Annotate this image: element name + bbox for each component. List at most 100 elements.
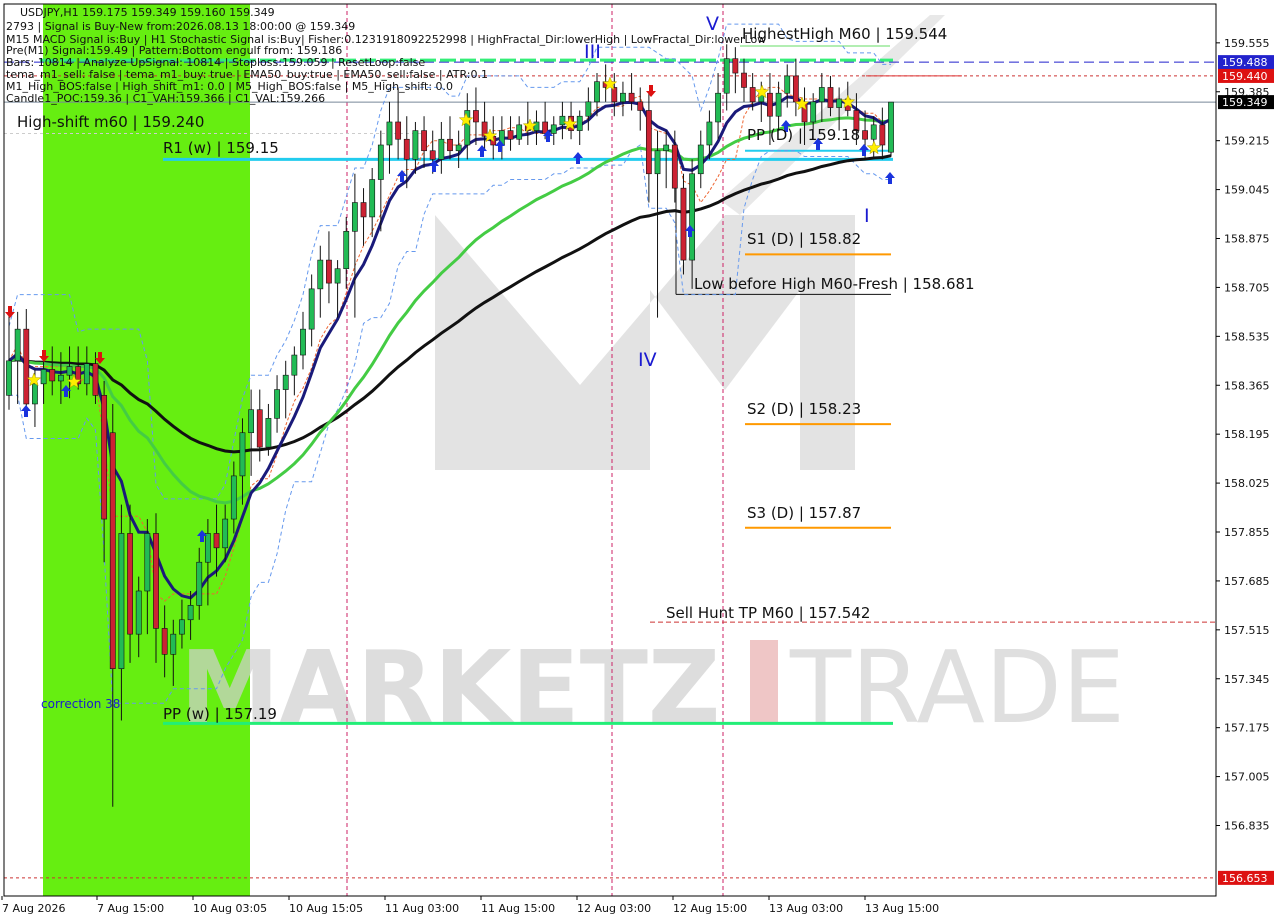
- candle-body: [559, 115, 566, 126]
- x-axis: 7 Aug 2026 7 Aug 15:00 10 Aug 03:05 10 Aug …: [1, 896, 939, 915]
- candle-body: [308, 288, 315, 330]
- x-tick-label: 10 Aug 15:05: [289, 902, 363, 915]
- candle-body: [6, 360, 12, 396]
- candle-body: [810, 101, 817, 123]
- x-tick-label: 12 Aug 03:00: [577, 902, 651, 915]
- wave-label: III: [584, 41, 601, 63]
- candle-body: [118, 533, 125, 669]
- candle-body: [767, 92, 773, 117]
- candle-body: [256, 409, 263, 448]
- x-tick-label: 10 Aug 03:05: [193, 902, 267, 915]
- price-tag-label: 159.440: [1222, 70, 1268, 83]
- svg-text:MARKETZ: MARKETZ: [180, 629, 720, 746]
- candle-body: [101, 395, 108, 520]
- candle-body: [507, 130, 514, 140]
- y-tick-label: 157.685: [1224, 575, 1270, 588]
- candle-body: [879, 124, 886, 146]
- candle-body: [689, 173, 696, 261]
- y-tick-label: 156.835: [1224, 820, 1270, 833]
- candle-body: [749, 87, 756, 103]
- candle-body: [455, 144, 462, 152]
- candle-body: [23, 328, 30, 405]
- candle-body: [775, 92, 782, 117]
- candle-body: [741, 72, 747, 88]
- candle-body: [239, 432, 246, 477]
- candle-body: [620, 92, 626, 103]
- x-tick-label: 12 Aug 15:00: [673, 902, 747, 915]
- level-label: Low before High M60-Fresh | 158.681: [694, 275, 975, 293]
- candle-body: [179, 619, 185, 635]
- candle-body: [792, 75, 799, 103]
- level-label: R1 (w) | 159.15: [163, 139, 279, 157]
- y-tick-label: 158.365: [1224, 379, 1270, 392]
- level-label: S3 (D) | 157.87: [747, 504, 861, 522]
- correction-annotation: correction 38: [41, 697, 120, 711]
- candle-body: [291, 354, 298, 376]
- candle-body: [438, 138, 445, 160]
- info-line: 2793 | Signal is Buy-New from:2026.08.13…: [6, 20, 355, 33]
- candle-body: [395, 121, 402, 140]
- x-tick-label: 11 Aug 03:00: [385, 902, 459, 915]
- candle-body: [594, 81, 600, 103]
- x-tick-label: 7 Aug 15:00: [97, 902, 164, 915]
- candle-body: [412, 130, 419, 160]
- buy-arrow-icon: [477, 145, 487, 157]
- candle-body: [697, 144, 704, 175]
- y-tick-label: 157.005: [1224, 771, 1270, 784]
- level-label: PP (w) | 157.19: [163, 705, 277, 723]
- wave-label: V: [706, 13, 719, 35]
- y-tick-label: 158.875: [1224, 233, 1270, 246]
- candle-body: [40, 369, 47, 385]
- candle-body: [369, 179, 376, 218]
- candle-body: [204, 533, 211, 563]
- candle-body: [533, 121, 540, 131]
- candle-body: [66, 366, 73, 376]
- candle-body: [628, 92, 635, 103]
- candle-body: [706, 121, 713, 146]
- candle-body: [300, 328, 306, 356]
- wave-label: I: [864, 205, 870, 227]
- candle-body: [109, 432, 116, 669]
- candle-body: [784, 75, 791, 94]
- candle-body: [222, 518, 229, 549]
- y-tick-label: 157.515: [1224, 624, 1270, 637]
- candle-body: [715, 92, 721, 123]
- candle-body: [92, 363, 99, 396]
- x-tick-label: 11 Aug 15:00: [481, 902, 555, 915]
- candle-body: [83, 363, 90, 385]
- y-tick-label: 159.555: [1224, 37, 1270, 50]
- candle-body: [870, 124, 877, 140]
- candle-body: [265, 418, 272, 448]
- candle-body: [645, 110, 652, 175]
- candle-body: [57, 374, 64, 382]
- candle-body: [386, 121, 393, 146]
- candle-body: [429, 150, 436, 160]
- candle-body: [127, 533, 133, 635]
- candle-body: [32, 383, 38, 405]
- level-label: PP (D) | 159.18: [747, 126, 860, 144]
- candle-body: [637, 101, 644, 111]
- buy-arrow-icon: [21, 405, 31, 417]
- candle-body: [153, 533, 159, 629]
- svg-text:TRADE: TRADE: [789, 629, 1125, 746]
- candle-body: [576, 115, 583, 131]
- x-tick-label: 13 Aug 03:00: [769, 902, 843, 915]
- y-tick-label: 157.855: [1224, 526, 1270, 539]
- candle-body: [663, 144, 670, 152]
- candle-body: [723, 58, 730, 94]
- candle-body: [360, 202, 367, 218]
- buy-arrow-icon: [885, 172, 895, 184]
- candle-body: [862, 130, 868, 140]
- y-tick-label: 158.195: [1224, 428, 1270, 441]
- buy-arrow-icon: [573, 152, 583, 164]
- level-label: S2 (D) | 158.23: [747, 400, 861, 418]
- level-label: HighestHigh M60 | 159.544: [742, 25, 947, 43]
- candle-body: [377, 144, 384, 180]
- candle-body: [585, 101, 592, 117]
- candle-body: [516, 124, 523, 140]
- candle-body: [343, 231, 350, 270]
- candle-body: [654, 150, 661, 175]
- candle-body: [170, 633, 177, 655]
- candle-body: [888, 101, 894, 153]
- candle-body: [334, 268, 341, 284]
